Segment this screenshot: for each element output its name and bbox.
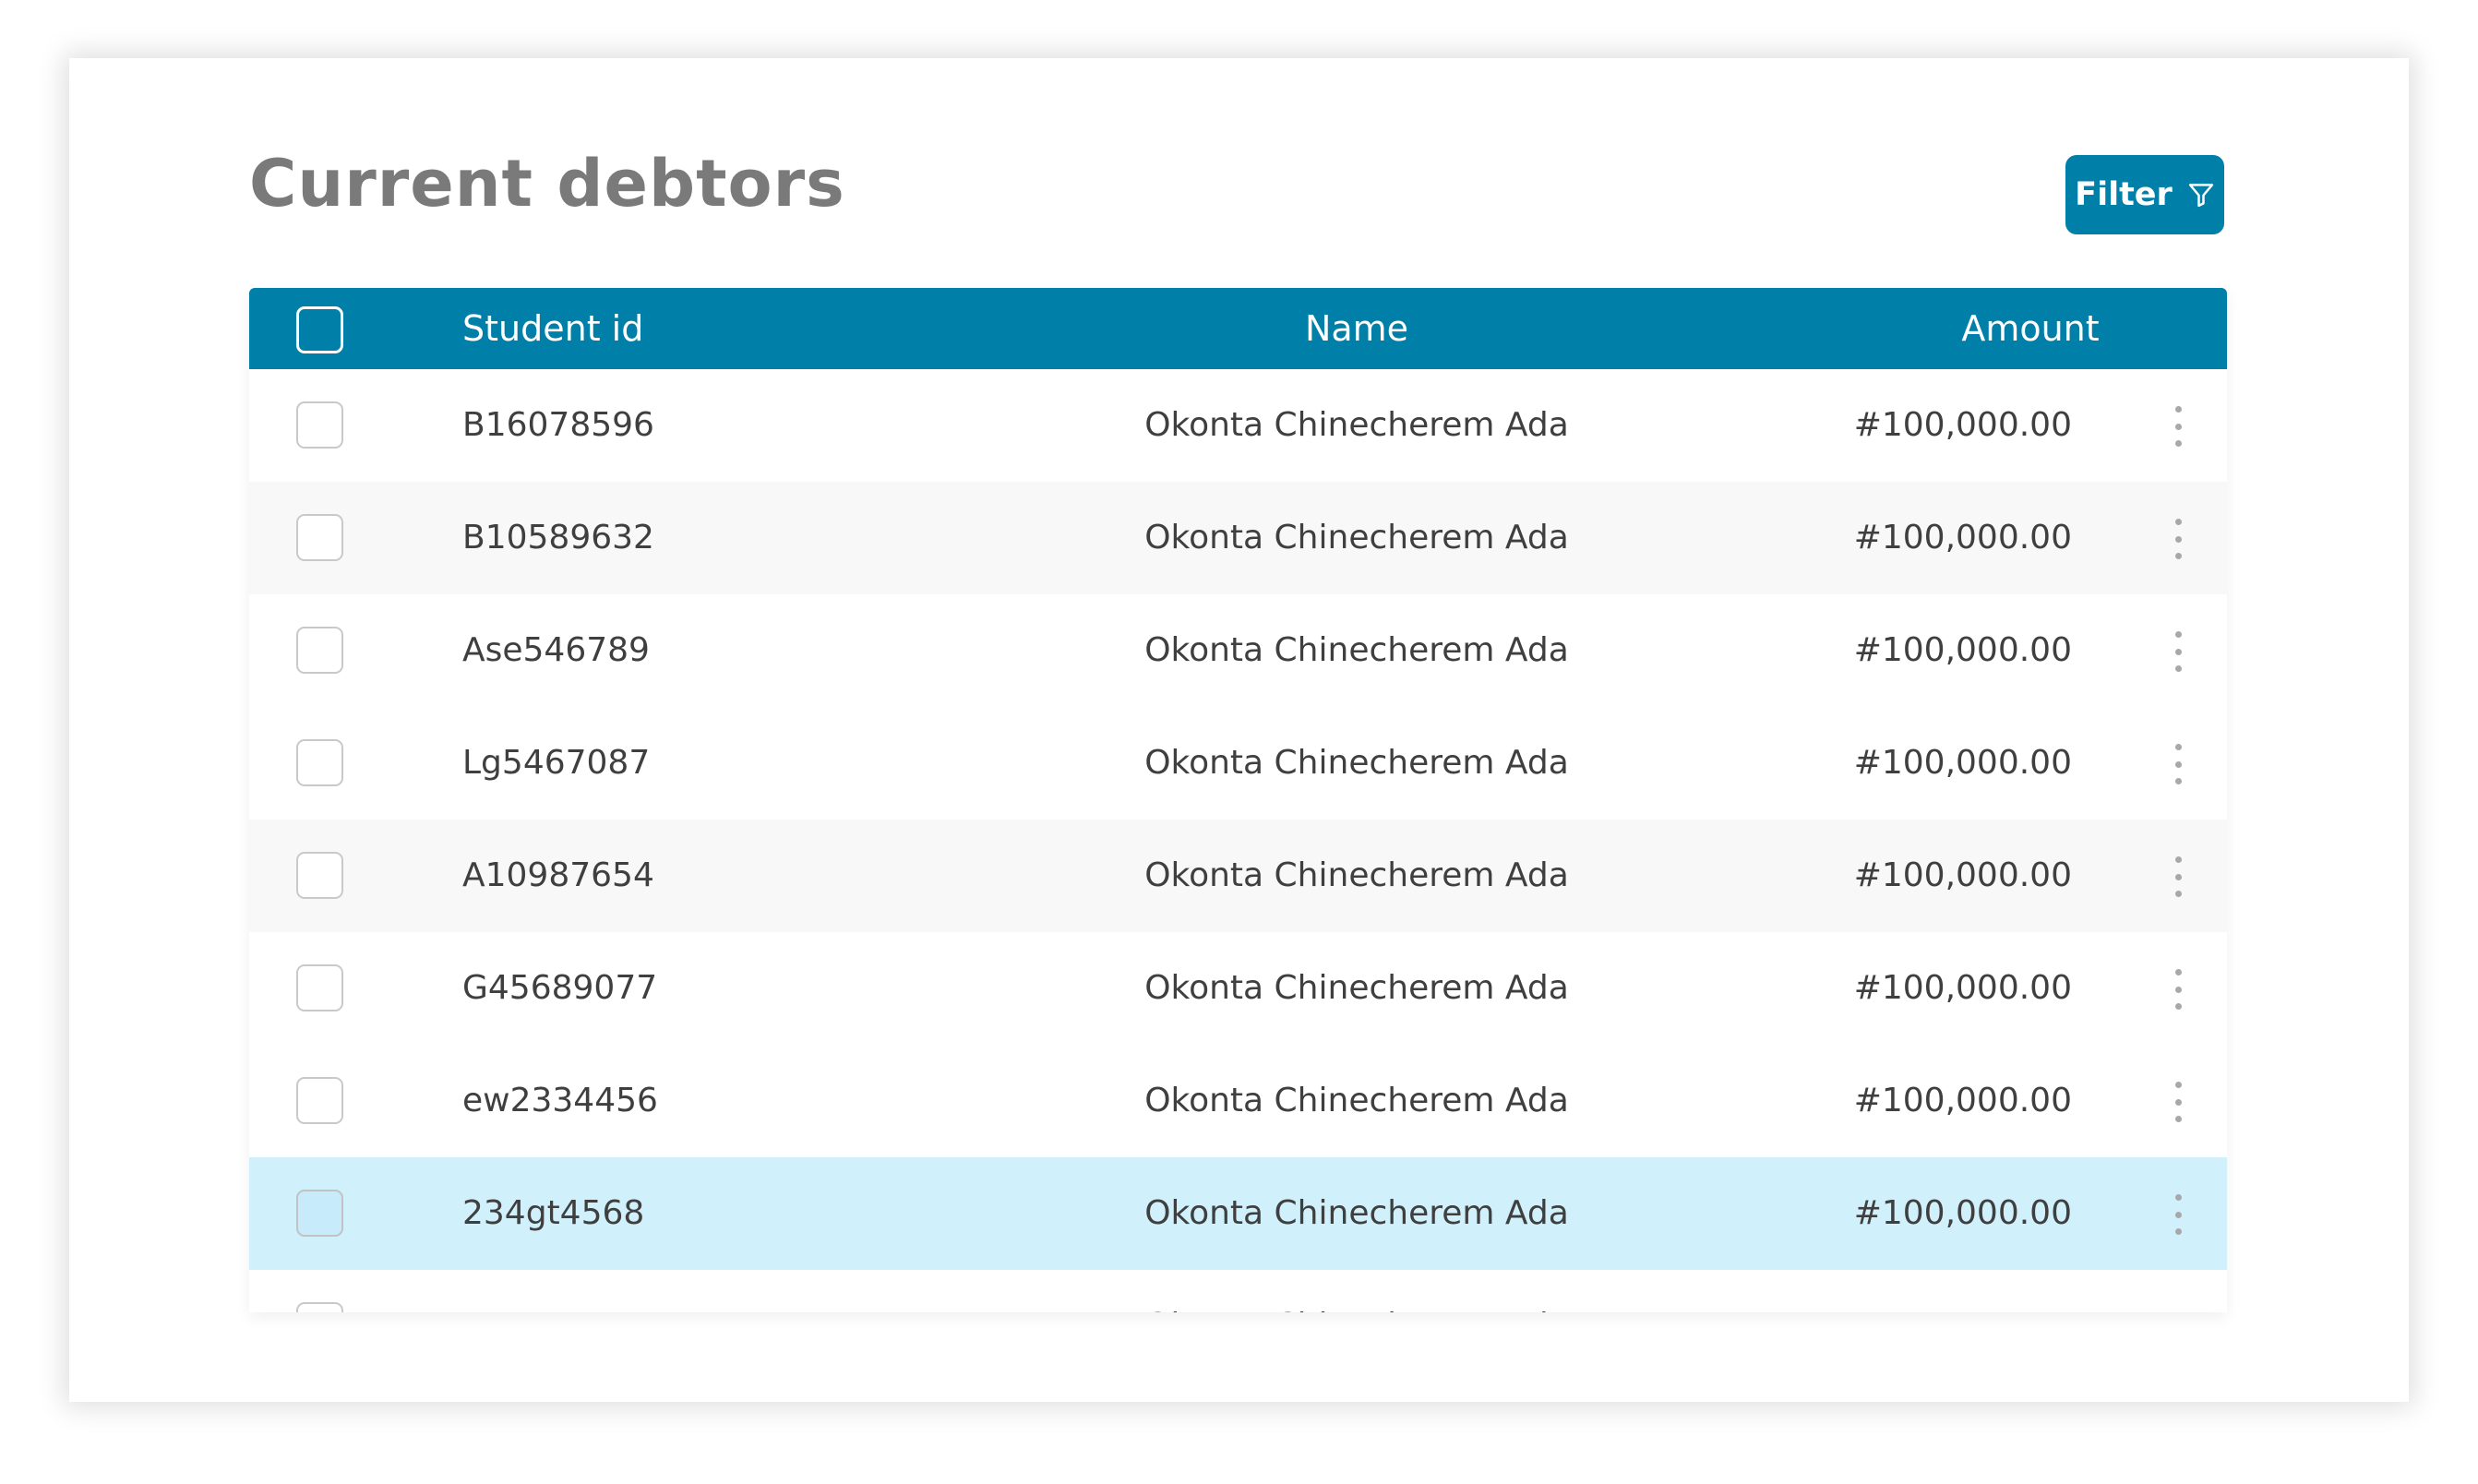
name-cell: Okonta Chinecherem Ada: [1144, 969, 1569, 1007]
row-checkbox[interactable]: [296, 1190, 343, 1237]
table-row[interactable]: Ase546789 Okonta Chinecherem Ada #100,00…: [249, 594, 2227, 707]
amount-cell: #100,000.00: [1853, 1194, 2072, 1232]
table-row[interactable]: ew2334456 Okonta Chinecherem Ada #100,00…: [249, 1045, 2227, 1157]
column-header-amount[interactable]: Amount: [1910, 288, 2150, 369]
column-header-student-id[interactable]: Student id: [462, 288, 643, 369]
student-id-cell: B16078596: [462, 406, 654, 444]
student-id-cell: 234gt4568: [462, 1194, 645, 1232]
name-cell: Okonta Chinecherem Ada: [1015, 1270, 1698, 1312]
student-id-cell: A10987654: [462, 856, 654, 894]
row-checkbox[interactable]: [296, 401, 343, 449]
more-options-icon[interactable]: [2167, 406, 2189, 447]
more-options-icon[interactable]: [2167, 519, 2189, 559]
amount-cell: #100,000.00: [1853, 969, 2072, 1007]
table-row[interactable]: B16078596 Okonta Chinecherem Ada #100,00…: [249, 369, 2227, 482]
name-cell: Okonta Chinecherem Ada: [1144, 856, 1569, 894]
student-id-cell: B10589632: [462, 519, 654, 556]
name-cell: Okonta Chinecherem Ada: [1144, 406, 1569, 444]
student-id-cell: ew2334456: [462, 1082, 658, 1119]
name-cell: Okonta Chinecherem Ada: [1144, 1194, 1569, 1232]
row-checkbox[interactable]: [296, 627, 343, 674]
table-row-partial[interactable]: B Okonta Chinecherem Ada: [249, 1270, 2227, 1312]
amount-cell: #100,000.00: [1853, 631, 2072, 669]
page-title: Current debtors: [249, 146, 845, 221]
filter-funnel-icon: [2188, 184, 2213, 208]
filter-button-label: Filter: [2075, 176, 2173, 213]
table-row[interactable]: B10589632 Okonta Chinecherem Ada #100,00…: [249, 482, 2227, 594]
more-options-icon[interactable]: [2167, 856, 2189, 897]
row-checkbox[interactable]: [296, 1077, 343, 1124]
table-row-highlighted[interactable]: 234gt4568 Okonta Chinecherem Ada #100,00…: [249, 1157, 2227, 1270]
row-checkbox[interactable]: [296, 852, 343, 899]
student-id-cell: B: [462, 1270, 485, 1312]
amount-cell: #100,000.00: [1853, 856, 2072, 894]
debtors-table: Student id Name Amount B16078596 Okonta …: [249, 288, 2227, 1312]
amount-cell: #100,000.00: [1853, 744, 2072, 782]
more-options-icon[interactable]: [2167, 631, 2189, 672]
amount-cell: [1818, 1270, 2197, 1312]
select-all-checkbox[interactable]: [296, 306, 343, 353]
table-header: Student id Name Amount: [249, 288, 2227, 369]
amount-cell: #100,000.00: [1853, 406, 2072, 444]
amount-cell: #100,000.00: [1853, 519, 2072, 556]
name-cell: Okonta Chinecherem Ada: [1144, 519, 1569, 556]
name-cell: Okonta Chinecherem Ada: [1144, 744, 1569, 782]
table-row[interactable]: Lg5467087 Okonta Chinecherem Ada #100,00…: [249, 707, 2227, 820]
student-id-cell: Lg5467087: [462, 744, 651, 782]
more-options-icon[interactable]: [2167, 1194, 2189, 1235]
filter-button[interactable]: Filter: [2065, 155, 2224, 234]
table-row[interactable]: G45689077 Okonta Chinecherem Ada #100,00…: [249, 932, 2227, 1045]
student-id-cell: Ase546789: [462, 631, 650, 669]
amount-cell: #100,000.00: [1853, 1082, 2072, 1119]
student-id-cell: G45689077: [462, 969, 658, 1007]
row-checkbox[interactable]: [296, 514, 343, 561]
row-checkbox[interactable]: [296, 739, 343, 786]
name-cell: Okonta Chinecherem Ada: [1144, 631, 1569, 669]
table-row[interactable]: A10987654 Okonta Chinecherem Ada #100,00…: [249, 820, 2227, 932]
name-cell: Okonta Chinecherem Ada: [1144, 1082, 1569, 1119]
more-options-icon[interactable]: [2167, 744, 2189, 784]
row-checkbox[interactable]: [296, 964, 343, 1011]
row-checkbox[interactable]: [296, 1302, 343, 1312]
more-options-icon[interactable]: [2167, 1082, 2189, 1122]
column-header-name[interactable]: Name: [1237, 288, 1477, 369]
more-options-icon[interactable]: [2167, 969, 2189, 1010]
